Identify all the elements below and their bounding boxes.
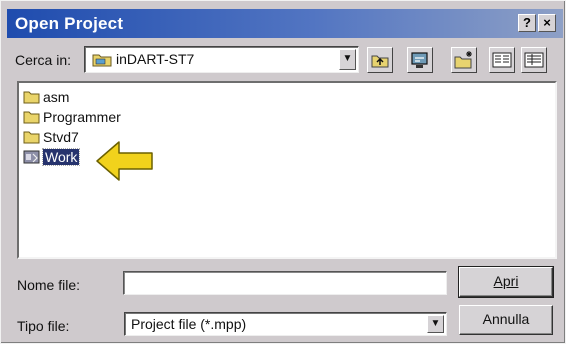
look-in-dropdown-button[interactable]: ▼	[339, 49, 356, 70]
open-button-label: Apri	[493, 273, 519, 289]
list-view-icon	[492, 52, 512, 68]
chevron-down-icon: ▼	[342, 53, 353, 64]
filetype-select[interactable]: Project file (*.mpp) ▼	[124, 312, 447, 336]
look-in-label: Cerca in:	[15, 52, 72, 68]
list-item-label: Programmer	[43, 109, 121, 125]
look-in-value: inDART-ST7	[116, 51, 195, 67]
cancel-button-label: Annulla	[482, 311, 530, 327]
details-view-icon	[524, 52, 544, 68]
open-project-dialog: Open Project ? × Cerca in: inDART-ST7 ▼	[0, 0, 566, 344]
title-bar: Open Project ? ×	[7, 9, 563, 38]
filename-input[interactable]	[123, 271, 447, 295]
help-button[interactable]: ?	[518, 14, 536, 32]
list-view-button[interactable]	[489, 47, 515, 73]
folder-icon	[23, 131, 40, 144]
new-folder-button[interactable]	[451, 47, 477, 73]
filetype-label: Tipo file:	[17, 318, 70, 334]
look-in-select[interactable]: inDART-ST7 ▼	[84, 46, 359, 73]
desktop-button[interactable]	[407, 47, 433, 73]
folder-icon	[23, 91, 40, 104]
filetype-value: Project file (*.mpp)	[131, 316, 247, 332]
new-folder-icon	[454, 51, 472, 69]
chevron-down-icon: ▼	[430, 318, 441, 329]
file-list[interactable]: asm Programmer Stvd7 Work	[17, 81, 557, 259]
list-item-label: Stvd7	[43, 129, 79, 145]
desktop-icon	[411, 52, 428, 68]
project-file-icon	[23, 150, 40, 164]
open-button[interactable]: Apri	[458, 266, 554, 298]
folder-icon	[23, 111, 40, 124]
close-button[interactable]: ×	[538, 14, 556, 32]
up-one-level-button[interactable]	[367, 47, 393, 73]
details-view-button[interactable]	[521, 47, 547, 73]
folder-up-icon	[371, 55, 389, 68]
help-icon: ?	[523, 15, 531, 30]
close-icon: ×	[543, 15, 551, 30]
filetype-dropdown-button[interactable]: ▼	[427, 315, 444, 333]
arrow-icon	[96, 141, 153, 181]
folder-icon	[92, 54, 112, 67]
dialog-title: Open Project	[15, 14, 124, 33]
cancel-button[interactable]: Annulla	[459, 305, 553, 335]
list-item-label: Work	[41, 148, 81, 166]
filename-label: Nome file:	[17, 277, 81, 293]
list-item-label: asm	[43, 89, 70, 105]
